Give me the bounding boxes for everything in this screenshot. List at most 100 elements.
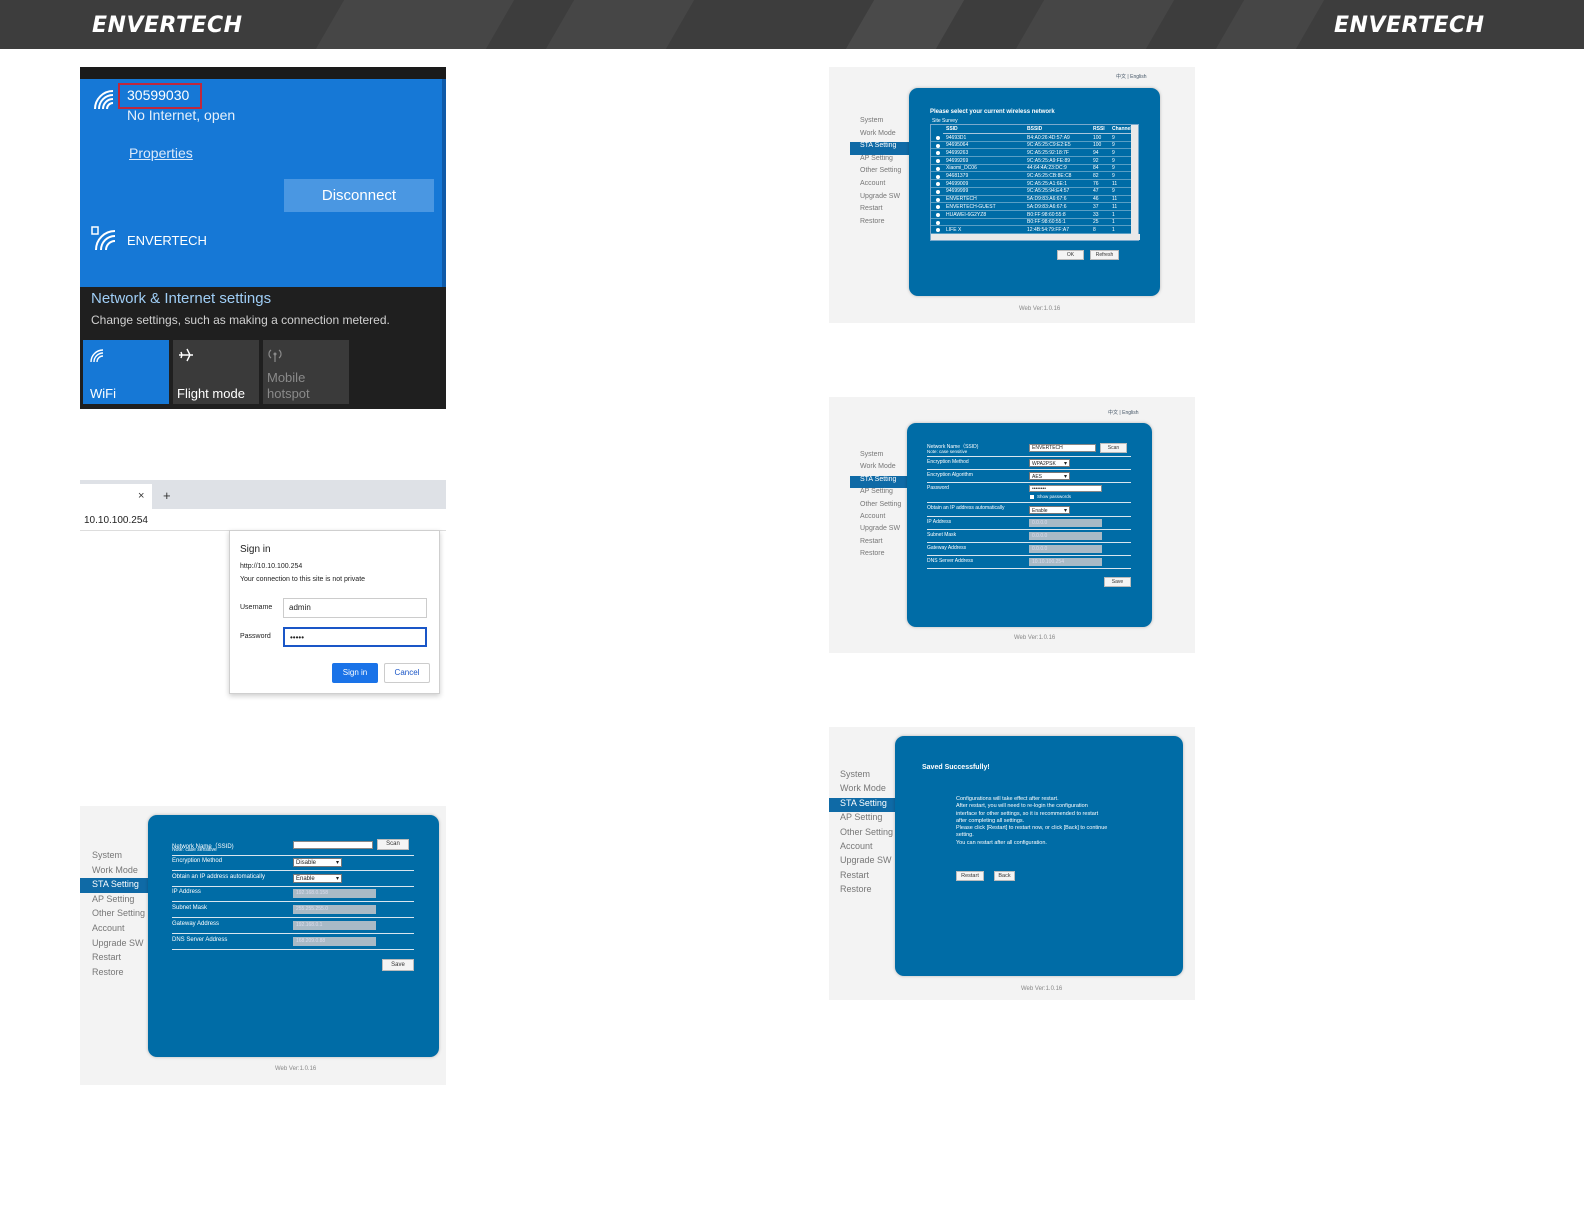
survey-radio[interactable] [936,213,940,217]
sidebar-item-system[interactable]: System [80,849,148,864]
survey-cell: 82 [1093,173,1099,179]
scan-button[interactable]: Scan [1100,443,1127,453]
ip-input[interactable]: 0.0.0.0 [1029,519,1102,527]
sidebar-item-account[interactable]: Account [80,922,148,937]
sidebar-item-account[interactable]: Account [850,180,909,193]
sidebar-item-restart[interactable]: Restart [80,951,148,966]
sidebar-item-account[interactable]: Account [850,513,908,525]
dns-input[interactable]: 10.10.100.254 [1029,558,1102,566]
sidebar-item-work-mode[interactable]: Work Mode [829,783,895,797]
disconnect-button[interactable]: Disconnect [284,179,434,212]
survey-cell: B4:A0:26:4D:57:A9 [1027,134,1070,141]
survey-cell: 9C:A5:25:C9:E2:E5 [1027,142,1071,149]
ok-button[interactable]: OK [1057,250,1084,260]
sidebar-item-other-setting[interactable]: Other Setting [80,907,148,922]
algorithm-select[interactable]: AES [1029,472,1070,480]
ssid-input[interactable] [293,841,373,849]
properties-link[interactable]: Properties [129,145,193,161]
sidebar-item-restart[interactable]: Restart [850,538,908,550]
dhcp-select[interactable]: Enable [1029,506,1070,514]
signin-dialog: Sign in http://10.10.100.254 Your connec… [229,530,440,694]
survey-radio[interactable] [936,136,940,140]
cancel-button[interactable]: Cancel [384,663,430,683]
survey-radio[interactable] [936,166,940,171]
signin-button[interactable]: Sign in [332,663,378,683]
survey-cell: 9C:A5:25:CB:8E:C8 [1027,173,1072,179]
vertical-scrollbar[interactable] [1131,125,1138,240]
dns-label: DNS Server Address [172,937,228,943]
back-button[interactable]: Back [994,871,1015,881]
sidebar-item-restore[interactable]: Restore [80,966,148,981]
connection-status: No Internet, open [127,107,236,123]
sidebar-item-work-mode[interactable]: Work Mode [850,130,909,143]
encryption-select[interactable]: WPA2PSK [1029,459,1070,467]
survey-radio[interactable] [936,220,940,225]
dhcp-select[interactable]: Enable [293,874,342,883]
encryption-select[interactable]: Disable [293,858,342,867]
save-button[interactable]: Save [382,959,414,971]
sidebar-item-restore[interactable]: Restore [829,884,895,898]
sidebar-item-sta-setting[interactable]: STA Setting [850,475,908,489]
sidebar-item-ap-setting[interactable]: AP Setting [829,812,895,826]
show-password-checkbox[interactable] [1030,495,1034,499]
survey-cell: 9C:A5:25:94:E4:57 [1027,188,1070,195]
sidebar-item-ap-setting[interactable]: AP Setting [850,155,909,168]
sidebar-item-system[interactable]: System [829,769,895,783]
survey-radio[interactable] [936,189,940,194]
ip-input[interactable]: 192.168.0.158 [293,889,376,898]
survey-radio[interactable] [936,174,940,179]
sidebar-item-ap-setting[interactable]: AP Setting [850,488,908,500]
sidebar-item-account[interactable]: Account [829,841,895,855]
ssid-input[interactable]: ENVERTECH [1029,444,1096,452]
address-bar[interactable]: 10.10.100.254 [80,509,446,531]
subnet-input[interactable]: 255.255.255.0 [293,905,376,914]
sidebar-item-system[interactable]: System [850,117,909,130]
sidebar-item-restart[interactable]: Restart [829,870,895,884]
sidebar-item-upgrade-sw[interactable]: Upgrade SW [80,937,148,952]
survey-radio[interactable] [936,143,940,148]
sidebar-item-upgrade-sw[interactable]: Upgrade SW [850,525,908,537]
subnet-input[interactable]: 0.0.0.0 [1029,532,1102,540]
dns-input[interactable]: 168.209.0.88 [293,937,376,946]
sidebar-item-restart[interactable]: Restart [850,205,909,218]
sidebar-item-work-mode[interactable]: Work Mode [850,463,908,475]
web-panel-sta-empty: System Work Mode STA Setting AP Setting … [80,806,446,1085]
horizontal-scrollbar[interactable] [931,234,1140,240]
flight-mode-quick-action[interactable]: Flight mode [173,340,259,404]
sidebar-item-upgrade-sw[interactable]: Upgrade SW [850,193,909,206]
gateway-input[interactable]: 0.0.0.0 [1029,545,1102,553]
network-item-envertech[interactable]: ENVERTECH [127,233,207,248]
sidebar-item-upgrade-sw[interactable]: Upgrade SW [829,855,895,869]
restart-button[interactable]: Restart [956,871,984,881]
sidebar-item-restore[interactable]: Restore [850,218,909,231]
sidebar-item-sta-setting[interactable]: STA Setting [80,878,148,893]
language-switch[interactable]: 中文 | English [1108,409,1139,416]
username-label: Username [240,604,273,611]
username-input[interactable]: admin [283,598,427,618]
sidebar-item-restore[interactable]: Restore [850,550,908,562]
sidebar-item-system[interactable]: System [850,451,908,463]
wifi-quick-action[interactable]: WiFi [83,340,169,404]
password-input[interactable]: •••••••• [1029,485,1102,492]
envertech-logo-left: ENVERTECH [92,13,243,38]
sidebar-item-other-setting[interactable]: Other Setting [829,827,895,841]
language-switch[interactable]: 中文 | English [1116,73,1147,80]
sidebar-item-ap-setting[interactable]: AP Setting [80,893,148,908]
survey-radio[interactable] [936,197,940,202]
scan-button[interactable]: Scan [377,839,409,850]
survey-cell: B0:FF:98:60:55:1 [1027,219,1066,226]
network-settings-link[interactable]: Network & Internet settings [91,290,271,307]
save-button[interactable]: Save [1104,577,1131,587]
gateway-input[interactable]: 192.168.0.1 [293,921,376,930]
sidebar-item-other-setting[interactable]: Other Setting [850,167,909,180]
sidebar-item-sta-setting[interactable]: STA Setting [829,797,895,813]
dhcp-label: Obtain an IP address automatically [172,874,265,880]
sidebar-item-work-mode[interactable]: Work Mode [80,864,148,879]
refresh-button[interactable]: Refresh [1090,250,1119,260]
mobile-hotspot-quick-action[interactable]: Mobile hotspot [263,340,349,404]
sidebar-item-other-setting[interactable]: Other Setting [850,501,908,513]
password-input[interactable]: ••••• [283,627,427,647]
sidebar-item-sta-setting[interactable]: STA Setting [850,142,909,155]
new-tab-icon[interactable]: + [163,488,171,503]
close-tab-icon[interactable]: × [138,490,144,502]
